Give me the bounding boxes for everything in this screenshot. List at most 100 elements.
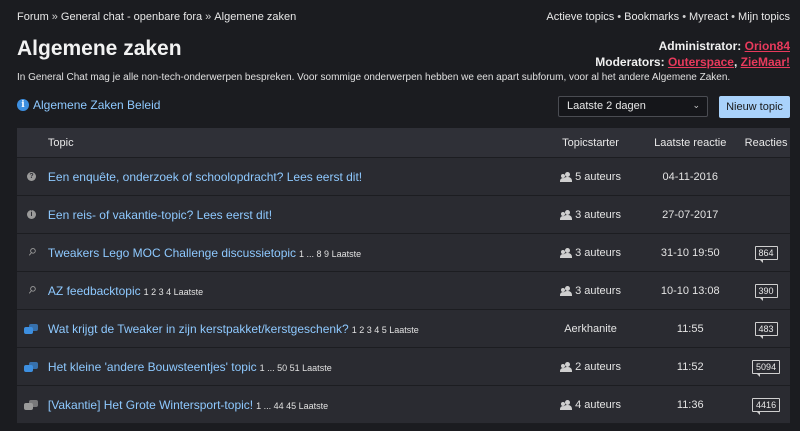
topicstarter-name[interactable]: 4 auteurs — [575, 399, 621, 411]
new-topic-button[interactable]: Nieuw topic — [719, 96, 790, 118]
header-topic[interactable]: Topic — [46, 137, 543, 149]
breadcrumb-general-chat[interactable]: General chat - openbare fora — [61, 11, 202, 23]
bubble-icon — [24, 399, 39, 410]
topic-title-link[interactable]: [Vakantie] Het Grote Wintersport-topic! — [48, 398, 253, 412]
topic-title-link[interactable]: Een enquête, onderzoek of schoolopdracht… — [48, 170, 362, 184]
topicstarter-name[interactable]: Aerkhanite — [564, 323, 617, 335]
last-reply-time[interactable]: 27-07-2017 — [638, 209, 742, 221]
topicstarter-cell: 5 auteurs — [543, 171, 639, 183]
users-icon — [560, 209, 573, 220]
info-icon: i — [17, 99, 29, 111]
topic-title-link[interactable]: Het kleine 'andere Bouwsteentjes' topic — [48, 360, 257, 374]
breadcrumb-separator: » — [51, 11, 58, 23]
last-reply-time[interactable]: 11:52 — [638, 361, 742, 373]
moderators-separator: , — [733, 55, 741, 69]
topic-status-cell — [17, 323, 46, 334]
users-icon — [560, 399, 573, 410]
topicstarter-cell: 2 auteurs — [543, 361, 639, 373]
topicstarter-name[interactable]: 3 auteurs — [575, 247, 621, 259]
topic-cell: Het kleine 'andere Bouwsteentjes' topic 1… — [46, 360, 543, 374]
topicstarter-name[interactable]: 3 auteurs — [575, 285, 621, 297]
replies-cell: 4416 — [742, 397, 790, 415]
forum-description: In General Chat mag je alle non-tech-ond… — [17, 72, 731, 83]
last-reply-time[interactable]: 11:36 — [638, 399, 742, 411]
table-row: ⚲ AZ feedbacktopic 1 2 3 4 Laatste 3 auteur… — [17, 272, 790, 310]
topic-rows: ? Een enquête, onderzoek of schoolopdrach… — [17, 158, 790, 424]
table-row: ? Een enquête, onderzoek of schoolopdrach… — [17, 158, 790, 196]
admin-link[interactable]: Orion84 — [745, 39, 790, 53]
last-reply-time[interactable]: 10-10 13:08 — [638, 285, 742, 297]
breadcrumb-separator: » — [205, 11, 212, 23]
topic-title-link[interactable]: Een reis- of vakantie-topic? Lees eerst … — [48, 208, 272, 222]
link-actieve-topics[interactable]: Actieve topics — [546, 11, 614, 23]
topicstarter-cell: 3 auteurs — [543, 247, 639, 259]
moderators-label: Moderators: — [595, 55, 665, 69]
period-filter-select[interactable]: Laatste 2 dagen ⌄ — [558, 96, 708, 117]
period-filter-value: Laatste 2 dagen — [567, 100, 646, 112]
link-myreact[interactable]: Myreact — [689, 11, 728, 23]
header-topicstarter[interactable]: Topicstarter — [543, 137, 639, 149]
topic-pagination[interactable]: 1 ... 8 9 Laatste — [299, 249, 361, 259]
users-icon — [560, 247, 573, 258]
table-row: [Vakantie] Het Grote Wintersport-topic! 1… — [17, 386, 790, 424]
topic-cell: Tweakers Lego MOC Challenge discussietop… — [46, 246, 543, 260]
topic-title-link[interactable]: Tweakers Lego MOC Challenge discussietop… — [48, 246, 296, 260]
topic-cell: AZ feedbacktopic 1 2 3 4 Laatste — [46, 284, 543, 298]
replies-cell: 5094 — [742, 359, 790, 377]
hot-bubble-icon — [24, 361, 39, 372]
userlinks-separator: • — [682, 11, 687, 23]
topic-pagination[interactable]: 1 2 3 4 5 Laatste — [352, 325, 419, 335]
header-last-reply[interactable]: Laatste reactie — [638, 137, 742, 149]
header-replies[interactable]: Reacties — [742, 137, 790, 149]
reply-count-badge: 4416 — [752, 397, 781, 415]
topicstarter-cell: 3 auteurs — [543, 209, 639, 221]
moderator-link[interactable]: Outerspace — [668, 55, 734, 69]
reply-count-badge: 864 — [754, 245, 778, 263]
topicstarter-name[interactable]: 5 auteurs — [575, 171, 621, 183]
table-row: Wat krijgt de Tweaker in zijn kerstpakke… — [17, 310, 790, 348]
last-reply-time[interactable]: 11:55 — [638, 323, 742, 335]
table-row: i Een reis- of vakantie-topic? Lees eerst… — [17, 196, 790, 234]
topic-status-cell: ? — [17, 172, 46, 181]
users-icon — [560, 361, 573, 372]
breadcrumb: Forum» General chat - openbare fora» Algem… — [17, 11, 296, 27]
topic-table: Topic Topicstarter Laatste reactie React… — [17, 128, 790, 424]
last-reply-time[interactable]: 31-10 19:50 — [638, 247, 742, 259]
topic-title-link[interactable]: AZ feedbacktopic — [48, 284, 141, 298]
topicstarter-cell: 4 auteurs — [543, 399, 639, 411]
users-icon — [560, 171, 573, 182]
breadcrumb-algemene-zaken[interactable]: Algemene zaken — [214, 11, 296, 23]
users-icon — [560, 285, 573, 296]
replies-cell: 483 — [742, 321, 790, 339]
policy-link-label: Algemene Zaken Beleid — [33, 98, 161, 112]
last-reply-time[interactable]: 04-11-2016 — [638, 171, 742, 183]
topic-status-cell — [17, 361, 46, 372]
topic-status-cell: ⚲ — [17, 284, 46, 297]
topic-pagination[interactable]: 1 ... 44 45 Laatste — [256, 401, 328, 411]
policy-link[interactable]: i Algemene Zaken Beleid — [17, 98, 160, 112]
moderator-link[interactable]: ZieMaar! — [741, 55, 790, 69]
table-row: Het kleine 'andere Bouwsteentjes' topic 1… — [17, 348, 790, 386]
hot-bubble-icon — [24, 323, 39, 334]
topicstarter-name[interactable]: 3 auteurs — [575, 209, 621, 221]
user-links: Actieve topics • Bookmarks • Myreact • Mijn to… — [546, 11, 790, 27]
chevron-down-icon: ⌄ — [692, 100, 700, 110]
link-mijn-topics[interactable]: Mijn topics — [738, 11, 790, 23]
page-title: Algemene zaken — [17, 37, 182, 60]
info-icon: i — [26, 210, 36, 219]
pin-icon: ⚲ — [25, 245, 38, 260]
topic-status-cell — [17, 399, 46, 410]
breadcrumb-forum[interactable]: Forum — [17, 11, 49, 23]
topic-pagination[interactable]: 1 2 3 4 Laatste — [144, 287, 204, 297]
admin-line: Administrator: Orion84 — [595, 38, 790, 54]
reply-count-badge: 5094 — [752, 359, 781, 377]
table-row: ⚲ Tweakers Lego MOC Challenge discussieto… — [17, 234, 790, 272]
topicstarter-name[interactable]: 2 auteurs — [575, 361, 621, 373]
forum-staff: Administrator: Orion84 Moderators: Outer… — [595, 38, 790, 70]
reply-count-badge: 390 — [754, 283, 778, 301]
link-bookmarks[interactable]: Bookmarks — [624, 11, 679, 23]
topic-pagination[interactable]: 1 ... 50 51 Laatste — [260, 363, 332, 373]
topic-cell: Wat krijgt de Tweaker in zijn kerstpakke… — [46, 322, 543, 336]
moderators-line: Moderators: Outerspace, ZieMaar! — [595, 54, 790, 70]
topic-title-link[interactable]: Wat krijgt de Tweaker in zijn kerstpakke… — [48, 322, 349, 336]
